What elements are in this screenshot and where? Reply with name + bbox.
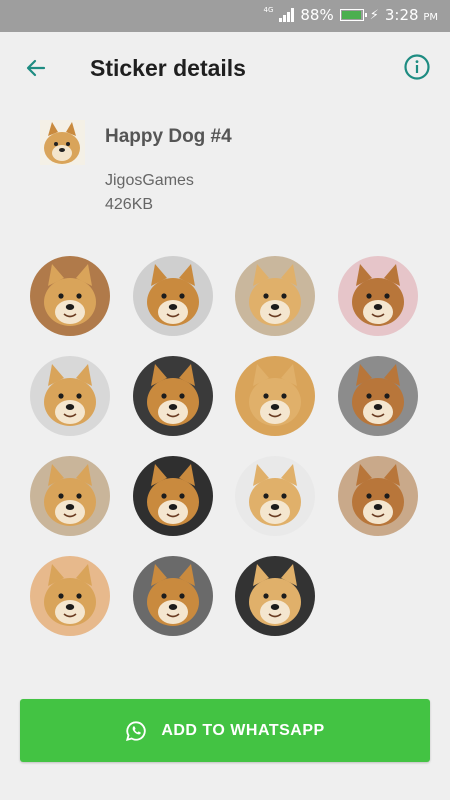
- sticker-shiba-white-bg[interactable]: [132, 456, 213, 536]
- sticker-shiba-with-pillow[interactable]: [132, 556, 213, 636]
- sticker-shiba-in-suit[interactable]: [132, 256, 213, 336]
- pack-name: Happy Dog #4: [105, 126, 232, 147]
- sticker-shiba-face-closeup[interactable]: [235, 356, 315, 436]
- signal-icon: [279, 8, 295, 22]
- sticker-shiba-in-japan-jersey[interactable]: [235, 256, 315, 336]
- clock: 3:28 PM: [385, 6, 438, 24]
- sticker-shiba-on-bed[interactable]: [30, 556, 110, 636]
- clock-time: 3:28: [384, 6, 419, 24]
- sticker-shiba-in-yellow-shirt[interactable]: [337, 256, 418, 336]
- add-to-whatsapp-button[interactable]: ADD TO WHATSAPP: [20, 699, 430, 762]
- charging-icon: ⚡: [369, 7, 379, 23]
- add-button-label: ADD TO WHATSAPP: [161, 721, 325, 739]
- sticker-shiba-smiling[interactable]: [30, 456, 110, 536]
- battery-level: [341, 11, 362, 19]
- sticker-shiba-on-red-blanket[interactable]: [337, 456, 418, 536]
- info-icon: [404, 54, 430, 80]
- sticker-shiba-with-sunglasses[interactable]: [132, 356, 213, 436]
- app-bar: Sticker details: [0, 32, 450, 104]
- status-indicators: 4G 88% ⚡ 3:28 PM: [263, 6, 438, 24]
- arrow-left-icon: [26, 59, 46, 77]
- pack-info: Happy Dog #4 JigosGames 426KB: [40, 120, 420, 220]
- whatsapp-icon: [126, 720, 147, 741]
- clock-ampm: PM: [423, 12, 438, 23]
- pack-publisher: JigosGames: [105, 172, 194, 189]
- sticker-shiba-with-sunglasses-grey[interactable]: [30, 356, 110, 436]
- sticker-shiba-with-dango[interactable]: [235, 556, 315, 636]
- status-bar: 4G 88% ⚡ 3:28 PM: [0, 0, 450, 32]
- pack-size: 426KB: [105, 196, 154, 213]
- sticker-shiba-black-tan[interactable]: [337, 356, 418, 436]
- network-type: 4G: [263, 6, 274, 14]
- tray-icon: [40, 120, 85, 165]
- sticker-shiba-sleeping-curled[interactable]: [235, 456, 315, 536]
- info-button[interactable]: [402, 52, 434, 84]
- sticker-shiba-with-red-cup[interactable]: [30, 256, 110, 336]
- back-button[interactable]: [20, 52, 52, 84]
- battery-percent: 88%: [300, 6, 334, 24]
- battery-icon: [339, 9, 367, 21]
- page-title: Sticker details: [90, 55, 246, 81]
